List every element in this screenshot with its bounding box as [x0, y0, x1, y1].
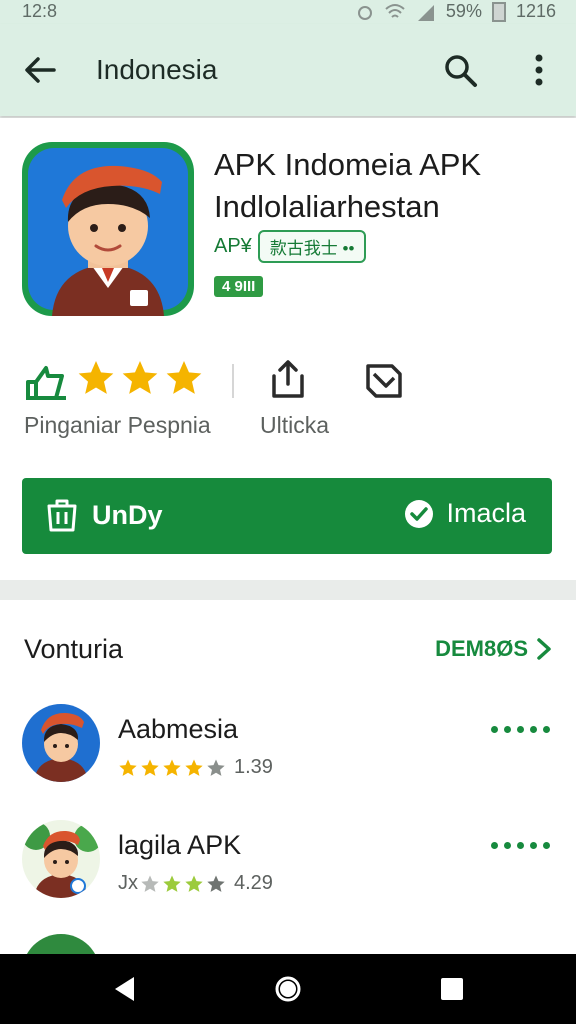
list-item[interactable]: lagila APK Jx 4.29	[0, 820, 576, 910]
item-rating: 1.39	[118, 756, 273, 779]
check-circle-icon	[405, 499, 434, 528]
star-icon	[141, 759, 159, 776]
page-title: Indonesia	[96, 54, 218, 85]
alarm-icon	[357, 5, 372, 20]
list-item[interactable]	[0, 934, 576, 954]
see-more-link[interactable]: DEM8ØS	[435, 636, 552, 662]
star-icon	[166, 361, 202, 394]
app-icon[interactable]	[22, 142, 194, 316]
nav-home-icon[interactable]	[273, 974, 303, 1004]
app-title-line-1: APK Indomeia APK	[214, 147, 482, 182]
search-icon[interactable]	[440, 50, 480, 90]
star-icon	[163, 759, 181, 776]
avatar	[22, 820, 100, 898]
mascot-icon	[22, 704, 100, 782]
rating-row: Pinganiar Pespnia Ulticka	[24, 358, 554, 448]
status-icons: 59% 1216	[356, 1, 556, 22]
developer-row: AP¥ 款古我士 ••	[214, 230, 367, 263]
star-icon	[122, 361, 158, 394]
install-button-left: UnDy	[46, 498, 163, 532]
star-icon	[78, 361, 114, 394]
star-empty-icon	[207, 875, 225, 892]
app-detail-card: APK Indomeia APK Indlolaliarhestan AP¥ 款…	[0, 118, 576, 580]
status-bar: 12:8 59% 1216	[0, 0, 576, 24]
uninstall-icon	[47, 499, 77, 532]
item-rating-prefix: Jx	[118, 872, 138, 894]
install-button-right-label: Imacla	[446, 498, 526, 528]
battery-percent: 59%	[445, 1, 482, 21]
item-name: lagila APK	[118, 830, 242, 860]
app-bar: Indonesia	[0, 24, 576, 116]
item-name: Aabmesia	[118, 714, 239, 744]
developer-chip[interactable]: 款古我士 ••	[257, 230, 367, 263]
chevron-right-icon	[537, 638, 551, 660]
developer-prefix: AP¥	[214, 235, 252, 257]
app-title: APK Indomeia APK Indlolaliarhestan	[214, 144, 564, 228]
rate-thumb-icon[interactable]	[24, 362, 68, 400]
share-icon[interactable]	[270, 358, 306, 400]
mascot-icon	[22, 934, 100, 954]
app-title-line-2: Indlolaliarhestan	[214, 189, 440, 224]
battery-icon	[491, 1, 506, 22]
share-label: Ulticka	[260, 412, 330, 438]
content-rating-badge: 4 9III	[214, 276, 264, 297]
install-button-right: Imacla	[404, 498, 526, 529]
status-time: 12:8	[22, 1, 58, 21]
section-title: Vonturia	[24, 634, 124, 664]
similar-apps-section: Vonturia DEM8ØS Aabmesia 1.39 lagila APK…	[0, 600, 576, 954]
signal-icon	[417, 4, 434, 21]
divider	[232, 364, 234, 398]
more-dots-icon[interactable]	[491, 726, 550, 733]
nav-recents-icon[interactable]	[437, 974, 467, 1004]
wifi-icon	[385, 3, 405, 18]
avatar	[22, 704, 100, 782]
avatar	[22, 934, 100, 954]
wishlist-icon[interactable]	[364, 362, 404, 400]
item-rating-value: 4.29	[234, 872, 273, 894]
install-button-left-label: UnDy	[92, 499, 163, 530]
item-rating-value: 1.39	[234, 756, 273, 778]
more-vert-icon[interactable]	[524, 50, 554, 90]
back-arrow-icon[interactable]	[20, 50, 60, 90]
star-empty-icon	[207, 759, 225, 776]
star-icon	[185, 759, 203, 776]
star-icon	[163, 875, 181, 892]
nav-back-icon[interactable]	[110, 974, 140, 1004]
mascot-icon	[28, 148, 188, 316]
star-icon	[185, 875, 203, 892]
star-icon	[119, 759, 137, 776]
install-button[interactable]: UnDy Imacla	[22, 478, 552, 554]
star-empty-icon	[141, 875, 159, 892]
status-clock: 1216	[515, 1, 556, 21]
more-dots-icon[interactable]	[491, 842, 550, 849]
rating-stars[interactable]	[76, 358, 204, 398]
see-more-label: DEM8ØS	[435, 636, 528, 661]
rating-label: Pinganiar Pespnia	[24, 412, 211, 438]
mascot-icon	[22, 820, 100, 898]
system-nav-bar	[0, 954, 576, 1024]
item-rating: Jx 4.29	[118, 872, 273, 895]
list-item[interactable]: Aabmesia 1.39	[0, 704, 576, 794]
